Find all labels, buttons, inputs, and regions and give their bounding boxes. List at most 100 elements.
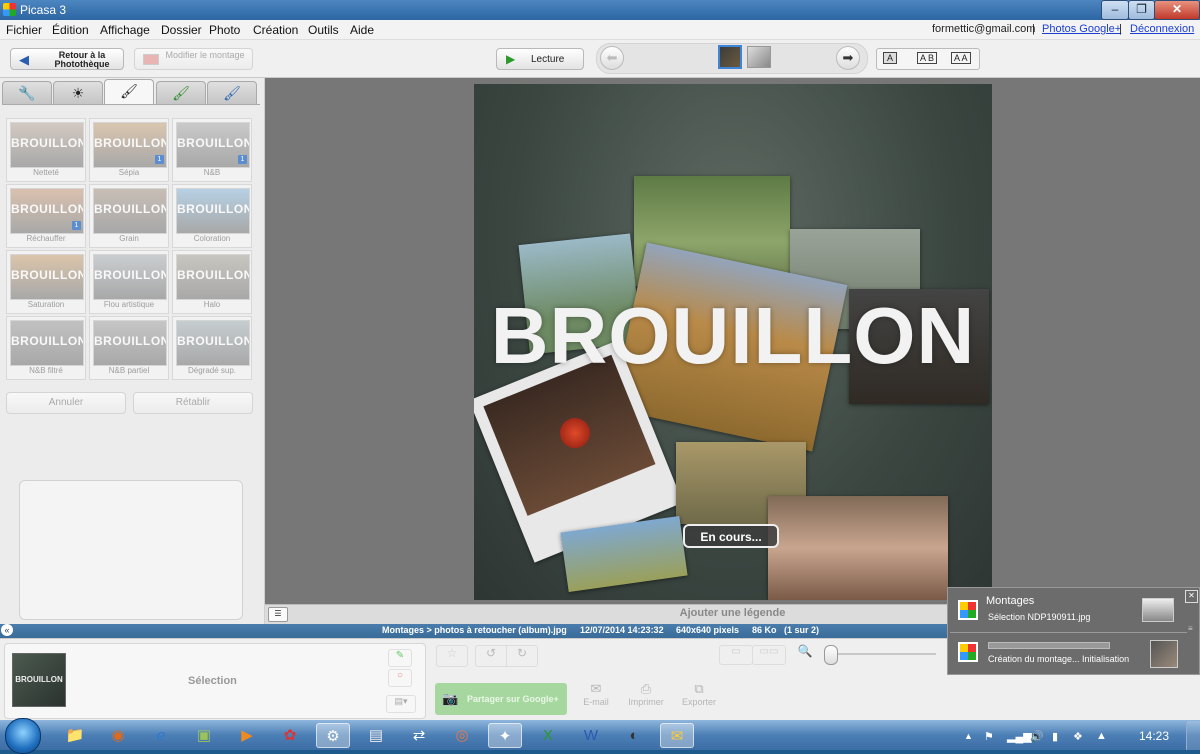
menu-dossier[interactable]: Dossier (161, 23, 202, 37)
effect-7[interactable]: BROUILLON Flou artistique (89, 250, 169, 314)
photos-google-link[interactable]: Photos Google+ (1042, 23, 1121, 35)
compare-view-icon[interactable]: ▭▭ (752, 645, 786, 665)
previous-arrow-icon[interactable]: ⬅ (600, 46, 624, 70)
print-label: Imprimer (628, 697, 664, 707)
show-desktop-button[interactable] (1186, 721, 1200, 750)
menu-fichier[interactable]: Fichier (6, 23, 42, 37)
logout-link[interactable]: Déconnexion (1130, 23, 1194, 35)
single-view-icon[interactable]: ▭ (719, 645, 753, 665)
effect-label: Sépia (118, 168, 140, 177)
caption-mode-ab[interactable]: A B (917, 52, 938, 64)
effect-label: N&B filtré (29, 366, 63, 375)
redo-button[interactable]: Rétablir (133, 392, 253, 414)
flag-icon[interactable]: ⚑ (984, 730, 994, 743)
tab-effects-2[interactable]: 🖌 (156, 81, 206, 105)
undo-button[interactable]: Annuler (6, 392, 126, 414)
dropbox-icon[interactable]: ❖ (1073, 730, 1083, 743)
zoom-slider-thumb[interactable] (824, 645, 838, 665)
next-arrow-icon[interactable]: ➡ (836, 46, 860, 70)
star-icon[interactable]: ☆ (436, 645, 468, 667)
usb-icon[interactable]: ▮ (1052, 730, 1058, 743)
play-icon: ▶ (506, 52, 516, 66)
effect-label: Halo (203, 300, 221, 309)
effect-5[interactable]: BROUILLON Coloration (172, 184, 252, 248)
excel-icon[interactable]: X (531, 723, 565, 748)
effect-3[interactable]: BROUILLON 1 Réchauffer (6, 184, 86, 248)
email-button[interactable]: ✉ E-mail (578, 681, 614, 707)
menu-creation[interactable]: Création (253, 23, 298, 37)
brush-blue-icon: 🖌 (223, 85, 241, 101)
chrome-icon[interactable]: ◎ (445, 723, 479, 748)
effect-thumb-text: BROUILLON (177, 268, 250, 282)
caption-mode-a[interactable]: A (883, 52, 898, 64)
add-to-album-icon[interactable]: ▤▾ (386, 695, 416, 713)
effect-4[interactable]: BROUILLON Grain (89, 184, 169, 248)
effect-thumb-text: BROUILLON (11, 334, 84, 348)
menu-photo[interactable]: Photo (209, 23, 240, 37)
notification-close-icon[interactable]: ✕ (1185, 590, 1198, 603)
tab-effects-3[interactable]: 🖌 (207, 81, 257, 105)
minimize-button[interactable]: – (1101, 0, 1129, 20)
filmstrip-thumb[interactable] (747, 46, 771, 68)
app-icon[interactable]: ⇄ (402, 723, 436, 748)
notepad-icon[interactable]: ▤ (359, 723, 393, 748)
effect-1[interactable]: BROUILLON 1 Sépia (89, 118, 169, 182)
share-google-button[interactable]: 📷 Partager sur Google+ (435, 683, 567, 715)
network-icon[interactable]: ▂▄▆ (1007, 730, 1032, 743)
app-icon[interactable]: ⚙ (316, 723, 350, 748)
menu-aide[interactable]: Aide (350, 23, 374, 37)
picasa-taskbar-icon[interactable]: ✦ (488, 723, 522, 748)
app-icon[interactable]: ▣ (187, 723, 221, 748)
tab-effects[interactable]: 🖌 (104, 79, 154, 105)
tab-tuning[interactable]: ☀ (53, 81, 103, 105)
app-icon[interactable]: ◐ (617, 723, 651, 748)
effect-10[interactable]: BROUILLON N&B partiel (89, 316, 169, 380)
maximize-button[interactable]: ❐ (1128, 0, 1155, 20)
rotate-left-icon[interactable]: ↺ (475, 645, 507, 667)
collapse-icon[interactable]: « (1, 624, 13, 636)
effect-label: Netteté (33, 168, 59, 177)
modify-label: Modifier le montage (165, 50, 245, 60)
firefox-icon[interactable]: ◉ (101, 723, 135, 748)
media-player-icon[interactable]: ▶ (230, 723, 264, 748)
export-button[interactable]: ⧉ Exporter (677, 681, 721, 707)
tray-app-icon[interactable]: ▲ (1096, 730, 1107, 742)
menu-affichage[interactable]: Affichage (100, 23, 150, 37)
effect-label: N&B partiel (108, 366, 150, 375)
app-icon[interactable]: ✉ (660, 723, 694, 748)
menu-edition[interactable]: Édition (52, 23, 89, 37)
effect-8[interactable]: BROUILLON Halo (172, 250, 252, 314)
close-button[interactable]: ✕ (1154, 0, 1200, 20)
notification-panel: ✕ Montages Sélection NDP190911.jpg Créat… (947, 587, 1200, 675)
account-email: formettic@gmail.com (932, 23, 1036, 35)
effect-2[interactable]: BROUILLON 1 N&B (172, 118, 252, 182)
back-to-library-button[interactable]: ◀ Retour à la Photothèque (10, 48, 124, 70)
scroll-grip-icon[interactable]: ≡ (1188, 624, 1197, 634)
print-button[interactable]: ⎙ Imprimer (624, 681, 668, 707)
caption-mode-aa[interactable]: A A (951, 52, 971, 64)
clear-icon[interactable]: ○ (388, 669, 412, 687)
picasa-icon (958, 600, 978, 620)
modify-montage-button[interactable]: Modifier le montage (134, 48, 253, 70)
play-button[interactable]: ▶ Lecture (496, 48, 584, 70)
tray-thumbnail[interactable]: BROUILLON (12, 653, 66, 707)
back-label: Retour à la Photothèque (54, 50, 110, 69)
effect-badge: 1 (155, 155, 164, 164)
app-icon[interactable]: ✿ (273, 723, 307, 748)
explorer-icon[interactable]: 📁 (58, 723, 92, 748)
effect-6[interactable]: BROUILLON Saturation (6, 250, 86, 314)
hold-icon[interactable]: ✎ (388, 649, 412, 667)
show-hidden-icons-icon[interactable]: ▲ (964, 731, 973, 741)
internet-explorer-icon[interactable]: ℯ (144, 723, 178, 748)
effect-0[interactable]: BROUILLON Netteté (6, 118, 86, 182)
effect-11[interactable]: BROUILLON Dégradé sup. (172, 316, 252, 380)
menu-outils[interactable]: Outils (308, 23, 339, 37)
volume-icon[interactable]: 🔊 (1030, 730, 1044, 743)
word-icon[interactable]: W (574, 723, 608, 748)
envelope-icon: ✉ (590, 681, 602, 696)
tab-basic-fixes[interactable]: 🔧 (2, 81, 52, 105)
effect-9[interactable]: BROUILLON N&B filtré (6, 316, 86, 380)
rotate-right-icon[interactable]: ↻ (506, 645, 538, 667)
start-button[interactable] (5, 718, 41, 754)
filmstrip-thumb-current[interactable] (718, 45, 742, 69)
